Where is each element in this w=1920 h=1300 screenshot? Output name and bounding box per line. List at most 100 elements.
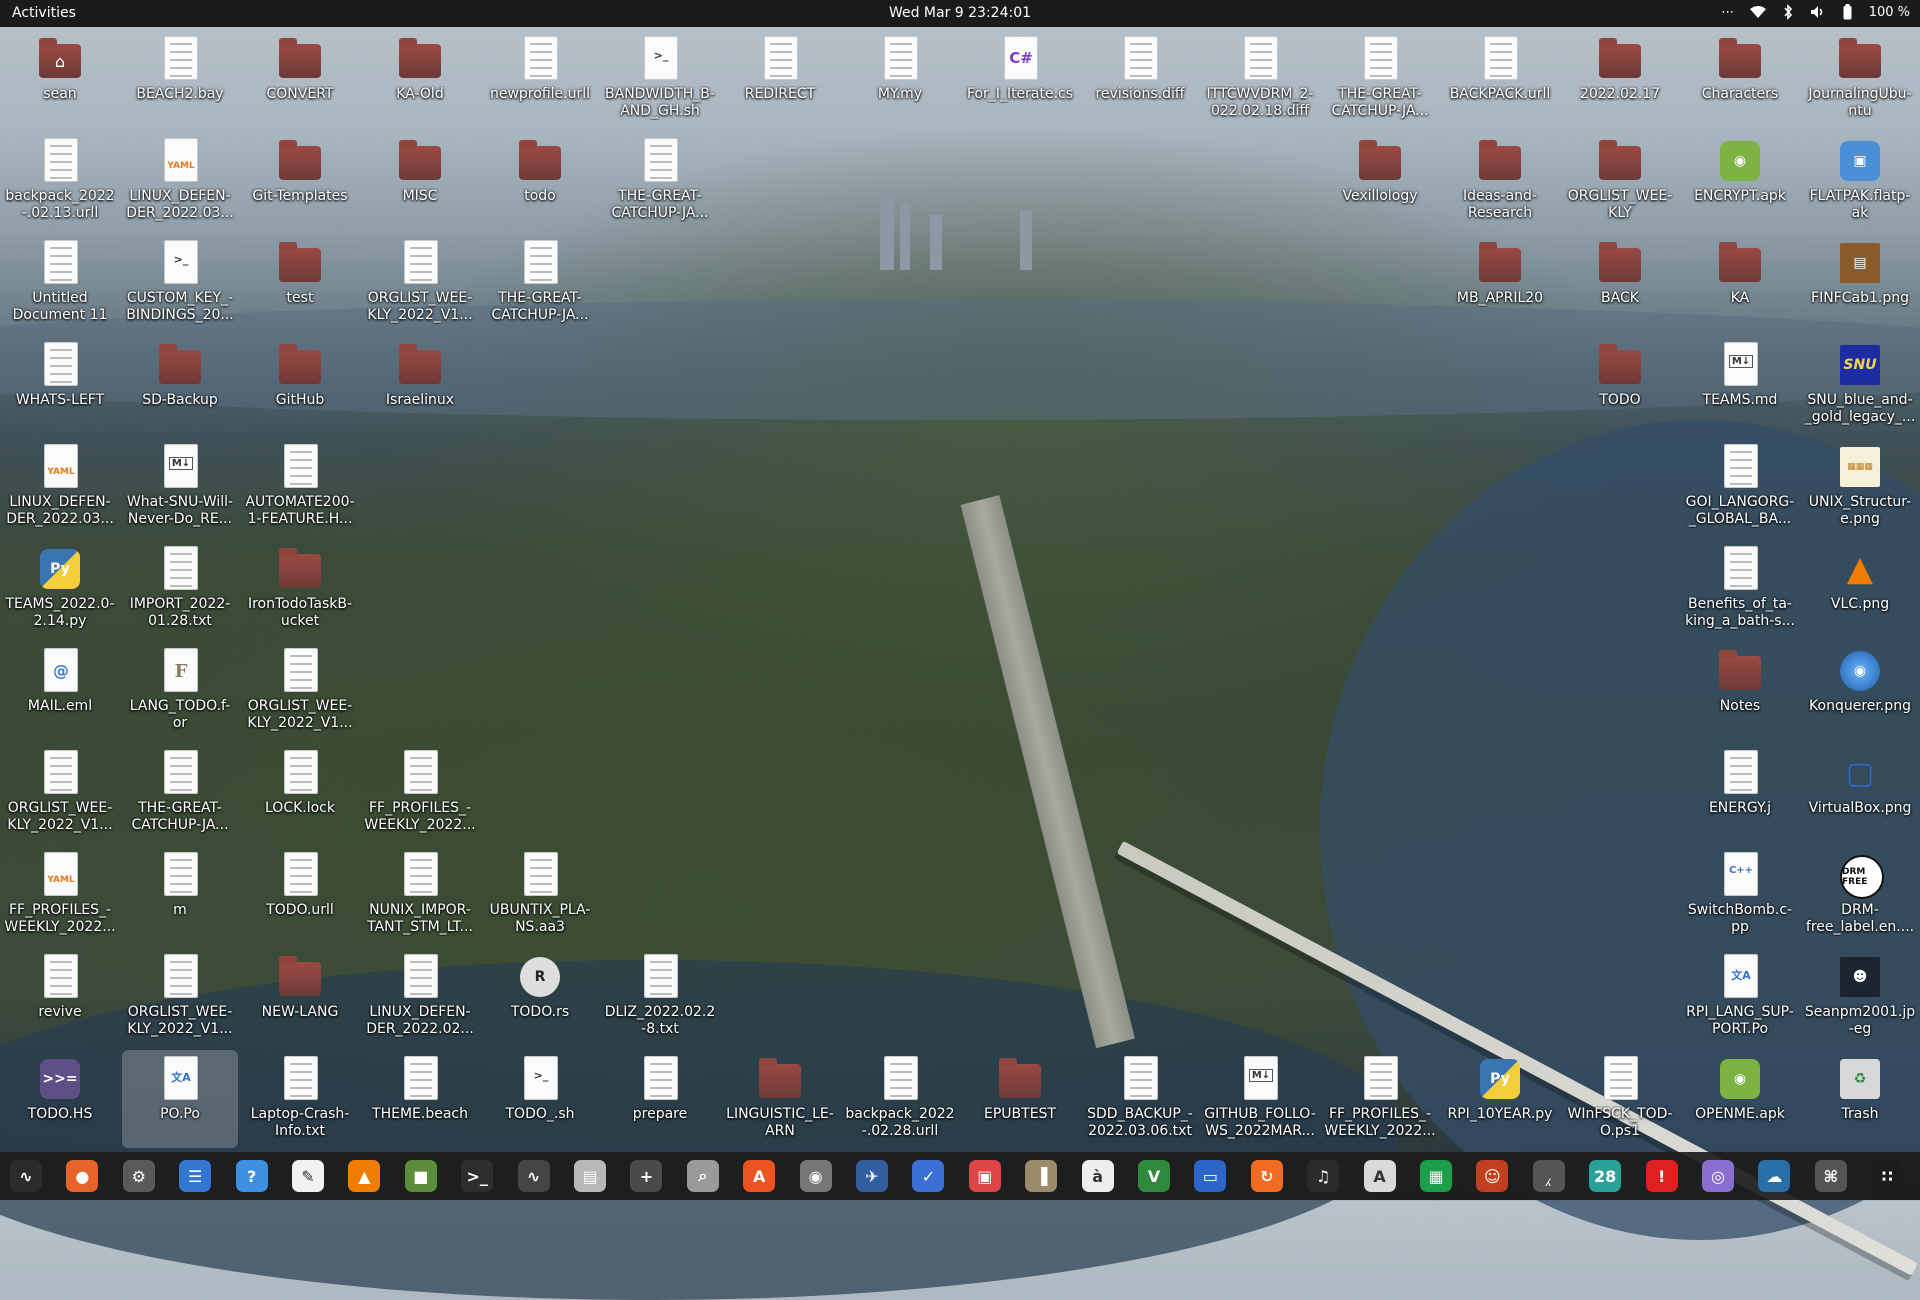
desktop-icon[interactable]: JournalingUbu-ntu: [1802, 30, 1918, 128]
desktop-icon[interactable]: AUTOMATE200-1-FEATURE.H...: [242, 438, 358, 536]
desktop-icon[interactable]: Vexillology: [1322, 132, 1438, 230]
desktop-icon[interactable]: Notes: [1682, 642, 1798, 740]
desktop-icon[interactable]: ◉ OPENME.apk: [1682, 1050, 1798, 1148]
desktop-icon[interactable]: F LANG_TODO.f-or: [122, 642, 238, 740]
desktop-icon[interactable]: SDD_BACKUP_-2022.03.06.txt: [1082, 1050, 1198, 1148]
terminal-icon[interactable]: >_: [461, 1160, 494, 1192]
desktop-icon[interactable]: YAML LINUX_DEFEN-DER_2022.03....: [122, 132, 238, 230]
desktop-icon[interactable]: FF_PROFILES_-WEEKLY_2022...: [362, 744, 478, 842]
desktop-icon[interactable]: SNU SNU_blue_and-_gold_legacy_...: [1802, 336, 1918, 434]
desktop-icon[interactable]: Untitled Document 11: [2, 234, 118, 332]
desktop-icon[interactable]: GitHub: [242, 336, 358, 434]
desktop-icon[interactable]: >_ TODO_.sh: [482, 1050, 598, 1148]
desktop-icon[interactable]: C++ SwitchBomb.c-pp: [1682, 846, 1798, 944]
desktop-icon[interactable]: ◉ ENCRYPT.apk: [1682, 132, 1798, 230]
graph-icon[interactable]: ∿: [517, 1160, 550, 1192]
vim-icon[interactable]: V: [1138, 1160, 1170, 1192]
desktop-icon[interactable]: LOCK.lock: [242, 744, 358, 842]
desktop-icon[interactable]: LINUX_DEFEN-DER_2022.02....: [362, 948, 478, 1046]
desktop-icon[interactable]: 文A PO.Po: [122, 1050, 238, 1148]
remmina-icon[interactable]: ✈: [856, 1160, 888, 1192]
desktop-icon[interactable]: Ideas-and-Research: [1442, 132, 1558, 230]
image-viewer-icon[interactable]: ⌕: [686, 1160, 719, 1192]
desktop-icon[interactable]: YAML FF_PROFILES_-WEEKLY_2022...: [2, 846, 118, 944]
show-apps-icon[interactable]: ∷: [1871, 1160, 1904, 1192]
desktop-icon[interactable]: backpack_2022-.02.28.urll: [842, 1050, 958, 1148]
desktop-icon[interactable]: Benefits_of_ta-king_a_bath-s...: [1682, 540, 1798, 638]
desktop-icon[interactable]: R TODO.rs: [482, 948, 598, 1046]
desktop-icon[interactable]: revisions.diff: [1082, 30, 1198, 128]
desktop-icon[interactable]: FF_PROFILES_-WEEKLY_2022...: [1322, 1050, 1438, 1148]
camera-icon[interactable]: ◎: [1702, 1160, 1734, 1192]
wifi-icon[interactable]: [1749, 3, 1767, 21]
desktop-icon[interactable]: todo: [482, 132, 598, 230]
desktop-icon[interactable]: SD-Backup: [122, 336, 238, 434]
desktop-icon[interactable]: DRM FREE DRM-free_label.en....: [1802, 846, 1918, 944]
chrome-icon[interactable]: ◉: [799, 1160, 832, 1192]
todo-icon[interactable]: ✓: [912, 1160, 945, 1192]
desktop-icon[interactable]: WHATS-LEFT: [2, 336, 118, 434]
desktop-icon[interactable]: Py RPI_10YEAR.py: [1442, 1050, 1558, 1148]
minecraft-icon[interactable]: ■: [404, 1160, 437, 1192]
desktop-icon[interactable]: >>= TODO.HS: [2, 1050, 118, 1148]
update-icon[interactable]: ↻: [1250, 1160, 1283, 1192]
desktop-icon[interactable]: ▢ VirtualBox.png: [1802, 744, 1918, 842]
menu-dots-icon[interactable]: ⋯: [1719, 3, 1737, 21]
desktop-icon[interactable]: MISC: [362, 132, 478, 230]
desktop-icon[interactable]: backpack_2022-.02.13.urll: [2, 132, 118, 230]
battery-icon[interactable]: [1839, 3, 1857, 21]
desktop-icon[interactable]: ITTCWVDRM_2-022.02.18.diff: [1202, 30, 1318, 128]
calendar-icon[interactable]: 28: [1589, 1160, 1622, 1192]
desktop-icon[interactable]: NUNIX_IMPOR-TANT_STM_LT...: [362, 846, 478, 944]
pdf-icon[interactable]: A: [1363, 1160, 1396, 1192]
activities-button[interactable]: Activities: [12, 5, 76, 21]
document-viewer-icon[interactable]: ☰: [179, 1160, 212, 1192]
calculator-icon[interactable]: +: [630, 1160, 663, 1192]
desktop-icon[interactable]: IMPORT_2022-01.28.txt: [122, 540, 238, 638]
desktop-icon[interactable]: THEME.beach: [362, 1050, 478, 1148]
desktop-icon[interactable]: REDIRECT: [722, 30, 838, 128]
characters-icon[interactable]: à: [1081, 1160, 1114, 1192]
desktop-icon[interactable]: prepare: [602, 1050, 718, 1148]
desktop-icon[interactable]: ENERGY.j: [1682, 744, 1798, 842]
desktop-icon[interactable]: >_ CUSTOM_KEY_-BINDINGS_20...: [122, 234, 238, 332]
desktop-icon[interactable]: test: [242, 234, 358, 332]
firefox-icon[interactable]: ●: [66, 1160, 99, 1192]
desktop-icon[interactable]: THE-GREAT-CATCHUP-JA...: [122, 744, 238, 842]
desktop-icon[interactable]: 文A RPI_LANG_SUP-PORT.Po: [1682, 948, 1798, 1046]
desktop-icon[interactable]: MB_APRIL20: [1442, 234, 1558, 332]
desktop-icon[interactable]: Laptop-Crash-Info.txt: [242, 1050, 358, 1148]
desktop-icon[interactable]: TODO: [1562, 336, 1678, 434]
archive-icon[interactable]: ▐: [1025, 1160, 1058, 1192]
desktop-icon[interactable]: KA-Old: [362, 30, 478, 128]
desktop-icon[interactable]: BACK: [1562, 234, 1678, 332]
desktop-icon[interactable]: BACKPACK.urll: [1442, 30, 1558, 128]
desktop-icon[interactable]: Py TEAMS_2022.0-2.14.py: [2, 540, 118, 638]
desktop-icon[interactable]: Characters: [1682, 30, 1798, 128]
desktop-icon[interactable]: THE-GREAT-CATCHUP-JA...: [482, 234, 598, 332]
music-icon[interactable]: ♫: [1307, 1160, 1340, 1192]
desktop-icon[interactable]: NEW-LANG: [242, 948, 358, 1046]
desktop-icon[interactable]: WInFSCK_TOD-O.ps1: [1562, 1050, 1678, 1148]
screenshot-icon[interactable]: ▣: [968, 1160, 1001, 1192]
desktop-icon[interactable]: m: [122, 846, 238, 944]
spreadsheet-icon[interactable]: ▦: [1420, 1160, 1452, 1192]
game-icon[interactable]: ☺: [1476, 1160, 1509, 1192]
desktop-icon[interactable]: IronTodoTaskB-ucket: [242, 540, 358, 638]
desktop-icon[interactable]: >_ BANDWIDTH_B-AND_GH.sh: [602, 30, 718, 128]
desktop-icon[interactable]: DLIZ_2022.02.2-8.txt: [602, 948, 718, 1046]
launcher-icon[interactable]: ⌘: [1814, 1160, 1847, 1192]
desktop-icon[interactable]: M↓ GITHUB_FOLLO-WS_2022MAR...: [1202, 1050, 1318, 1148]
desktop-icon[interactable]: ORGLIST_WEE-KLY_2022_V1...: [242, 642, 358, 740]
alert-icon[interactable]: !: [1645, 1160, 1678, 1192]
weather-icon[interactable]: ☁: [1758, 1160, 1791, 1192]
desktop-icon[interactable]: ▲ VLC.png: [1802, 540, 1918, 638]
desktop-icon[interactable]: ▣ FLATPAK.flatp-ak: [1802, 132, 1918, 230]
files-icon[interactable]: ▤: [574, 1160, 606, 1192]
desktop-icon[interactable]: THE-GREAT-CATCHUP-JA...: [1322, 30, 1438, 128]
desktop-icon[interactable]: KA: [1682, 234, 1798, 332]
desktop-icon[interactable]: revive: [2, 948, 118, 1046]
desktop-icon[interactable]: BEACH2.bay: [122, 30, 238, 128]
bluetooth-icon[interactable]: [1779, 3, 1797, 21]
desktop-icon[interactable]: M↓ TEAMS.md: [1682, 336, 1798, 434]
